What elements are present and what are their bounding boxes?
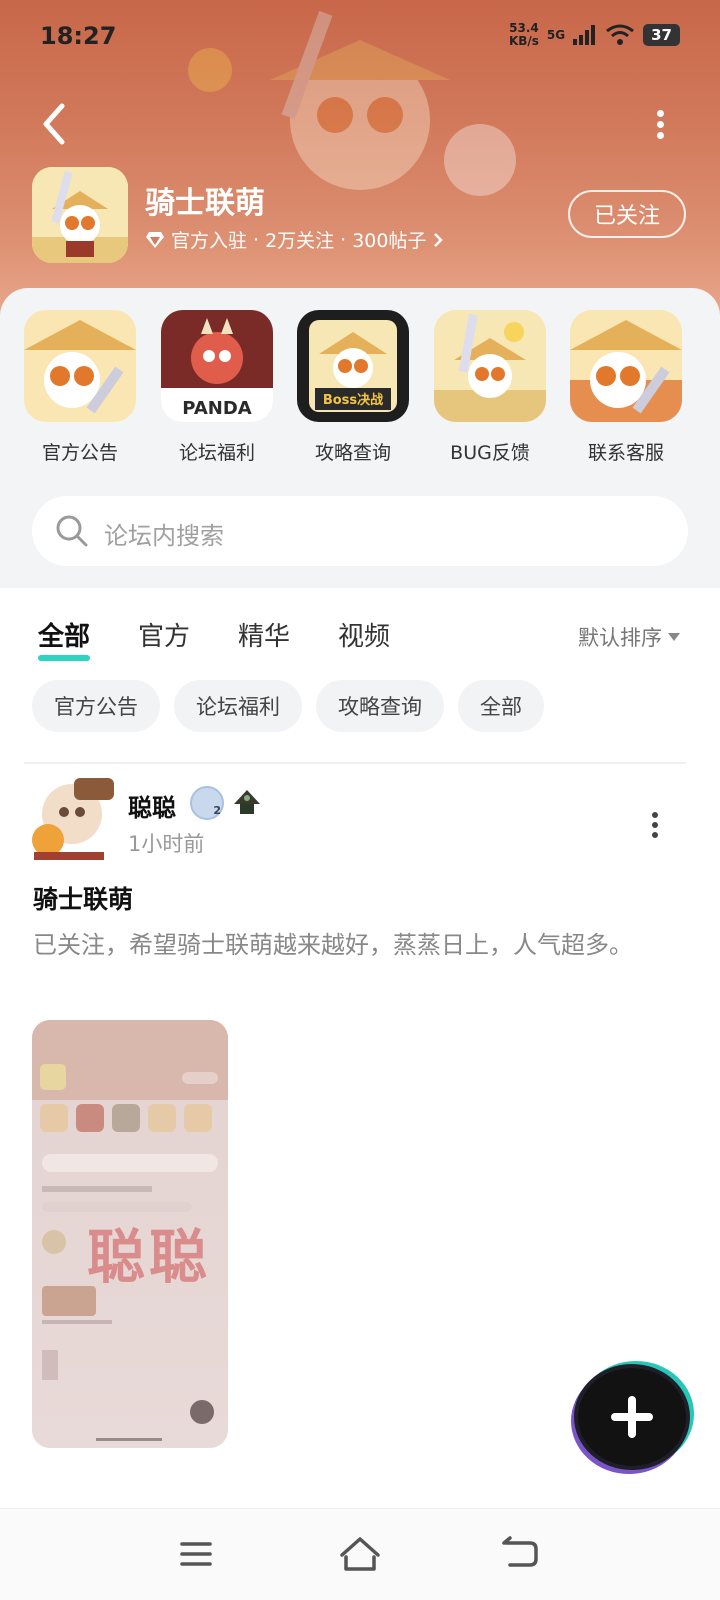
chip-guide[interactable]: 攻略查询 <box>316 680 444 732</box>
meta-separator: · <box>253 228 260 251</box>
level-number: 2 <box>213 804 221 817</box>
feed-content: 全部 官方 精华 视频 默认排序 官方公告 论坛福利 攻略查询 全部 聪聪 2 <box>0 588 720 1508</box>
post-body[interactable]: 已关注，希望骑士联萌越来越好，蒸蒸日上，人气超多。 <box>33 924 693 967</box>
quick-link-bug-report[interactable]: BUG反馈 <box>434 310 546 465</box>
signal-icon <box>573 25 596 45</box>
status-bar: 18:27 53.4 KB/s 5G 37 <box>40 20 680 56</box>
net-speed-unit: KB/s <box>508 34 539 48</box>
sort-dropdown[interactable]: 默认排序 <box>578 622 680 652</box>
diamond-icon <box>146 231 164 248</box>
quick-link-label: 攻略查询 <box>314 442 391 464</box>
chevron-right-icon <box>434 232 444 247</box>
quick-link-label: 联系客服 <box>587 442 664 464</box>
tab-official[interactable]: 官方 <box>138 616 190 653</box>
quick-links-panel: 官方公告 PANDA 论坛福利 Boss决战 攻略查询 BUG反馈 联系客服 论… <box>0 288 720 588</box>
system-nav-bar <box>0 1508 720 1600</box>
new-post-button[interactable] <box>578 1368 686 1466</box>
level-badge: 2 <box>190 786 224 820</box>
post-time: 1小时前 <box>128 832 205 856</box>
post-image[interactable]: 聪聪 <box>32 1020 228 1448</box>
forum-avatar <box>32 167 128 263</box>
net-speed: 53.4 KB/s <box>509 22 539 48</box>
search-placeholder: 论坛内搜索 <box>104 522 224 550</box>
guide-icon: Boss决战 <box>297 310 409 422</box>
hat-badge-icon <box>234 790 260 814</box>
official-badge-text: 官方入驻 <box>171 230 248 252</box>
quick-link-label: 官方公告 <box>41 442 118 464</box>
meta-separator: · <box>340 228 347 251</box>
post-title[interactable]: 骑士联萌 <box>33 880 133 916</box>
back-nav-icon[interactable] <box>490 1529 550 1579</box>
bug-report-icon <box>434 310 546 422</box>
forum-title: 骑士联萌 <box>145 186 265 221</box>
watermark-text: 聪聪 <box>87 1223 212 1291</box>
forum-header: 18:27 53.4 KB/s 5G 37 骑士联萌 官方入驻 · 2万关注 ·… <box>0 0 720 320</box>
sort-label: 默认排序 <box>578 626 662 650</box>
divider <box>24 762 686 764</box>
menu-icon[interactable] <box>166 1529 226 1579</box>
feed-tabs: 全部 官方 精华 视频 <box>38 616 390 661</box>
chip-welfare[interactable]: 论坛福利 <box>174 680 302 732</box>
quick-link-label: BUG反馈 <box>450 442 530 464</box>
panda-dragon-icon: PANDA <box>161 310 273 422</box>
home-icon[interactable] <box>330 1529 390 1579</box>
quick-link-welfare[interactable]: PANDA 论坛福利 <box>161 310 273 465</box>
announcement-icon <box>24 310 136 422</box>
caret-down-icon <box>668 633 680 641</box>
more-options-icon[interactable] <box>650 108 670 139</box>
chip-all[interactable]: 全部 <box>458 680 544 732</box>
wifi-icon <box>606 24 635 45</box>
battery-level: 37 <box>643 24 680 46</box>
boss-text: Boss决战 <box>323 392 383 408</box>
followers-count: 2万关注 <box>265 230 335 252</box>
tab-all[interactable]: 全部 <box>38 616 91 661</box>
author-avatar[interactable] <box>24 768 120 862</box>
quick-link-announcement[interactable]: 官方公告 <box>24 310 136 465</box>
support-icon <box>570 310 682 422</box>
panda-text: PANDA <box>182 398 251 419</box>
knight-panda-icon <box>32 167 128 263</box>
follow-button[interactable]: 已关注 <box>568 190 686 238</box>
forum-meta[interactable]: 官方入驻 · 2万关注 · 300帖子 <box>145 226 444 253</box>
quick-link-label: 论坛福利 <box>178 442 255 464</box>
filter-chips: 官方公告 论坛福利 攻略查询 全部 <box>32 680 544 732</box>
author-name[interactable]: 聪聪 <box>128 788 176 823</box>
plus-icon-vertical <box>628 1396 636 1438</box>
quick-link-support[interactable]: 联系客服 <box>570 310 682 465</box>
post-more-icon[interactable] <box>650 812 660 838</box>
tab-featured[interactable]: 精华 <box>238 616 290 653</box>
search-icon <box>56 515 88 547</box>
tab-video[interactable]: 视频 <box>338 616 390 653</box>
back-icon[interactable] <box>34 100 74 148</box>
status-time: 18:27 <box>40 22 117 50</box>
network-type: 5G <box>546 28 566 42</box>
posts-count: 300帖子 <box>352 230 427 252</box>
chip-announcement[interactable]: 官方公告 <box>32 680 160 732</box>
quick-link-guide[interactable]: Boss决战 攻略查询 <box>297 310 409 465</box>
search-bar[interactable]: 论坛内搜索 <box>32 496 688 566</box>
